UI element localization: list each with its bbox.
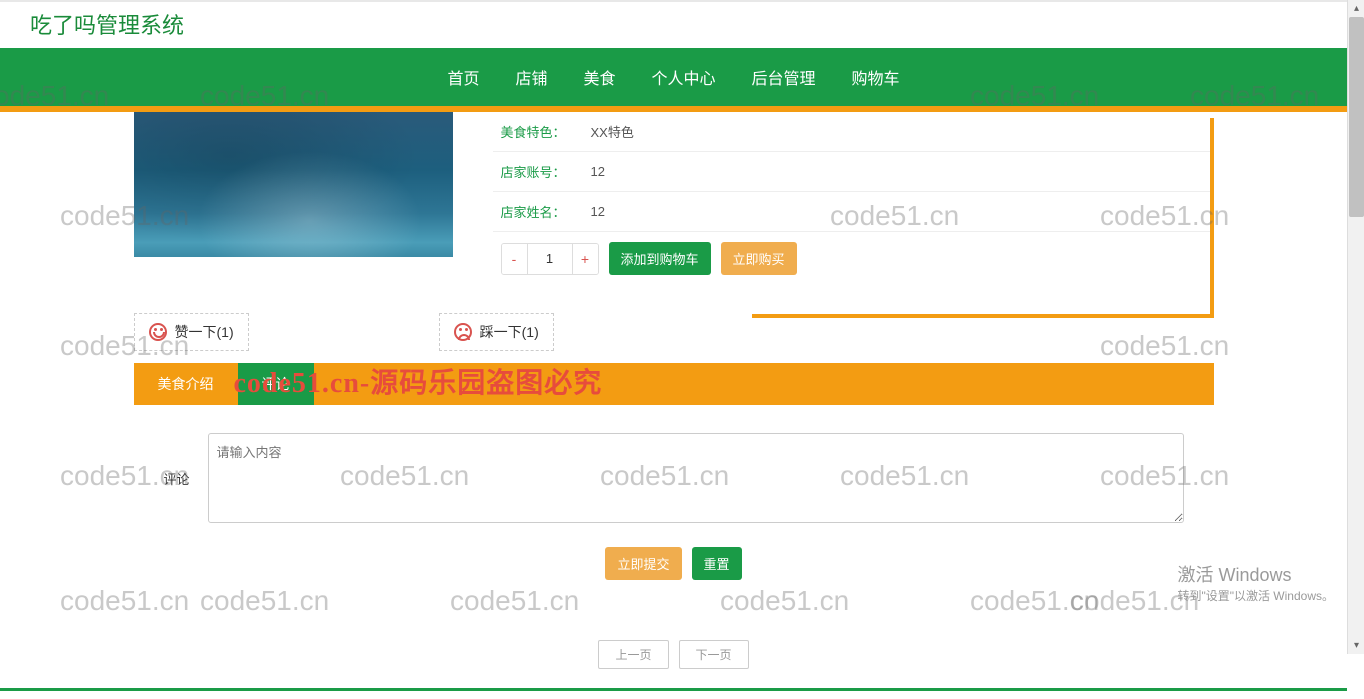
account-label: 店家账号： bbox=[501, 162, 591, 181]
comment-input[interactable] bbox=[208, 433, 1184, 523]
quantity-stepper: - 1 + bbox=[501, 243, 599, 275]
activation-title: 激活 Windows bbox=[1177, 561, 1334, 587]
nav-food[interactable]: 美食 bbox=[577, 61, 621, 93]
scrollbar-thumb[interactable] bbox=[1349, 17, 1364, 217]
next-page-button[interactable]: 下一页 bbox=[679, 640, 749, 669]
comment-label: 评论 bbox=[164, 469, 190, 488]
smile-icon bbox=[149, 323, 167, 341]
prev-page-button[interactable]: 上一页 bbox=[598, 640, 668, 669]
nav-admin[interactable]: 后台管理 bbox=[746, 61, 822, 93]
dislike-label: 踩一下(1) bbox=[480, 322, 539, 342]
nav-cart[interactable]: 购物车 bbox=[846, 61, 906, 93]
brand-title: 吃了吗管理系统 bbox=[0, 2, 1347, 48]
shop-name-label: 店家姓名： bbox=[501, 202, 591, 221]
vertical-scrollbar[interactable]: ▴ ▾ bbox=[1347, 0, 1364, 654]
sad-icon bbox=[454, 323, 472, 341]
qty-value: 1 bbox=[528, 244, 572, 274]
scroll-up-icon[interactable]: ▴ bbox=[1348, 0, 1364, 17]
like-label: 赞一下(1) bbox=[175, 322, 234, 342]
tab-bar: 美食介绍 评论 code51.cn-源码乐园盗图必究 bbox=[134, 363, 1214, 405]
tab-intro[interactable]: 美食介绍 bbox=[134, 363, 238, 405]
feature-label: 美食特色： bbox=[501, 122, 591, 141]
windows-activation-notice: 激活 Windows 转到"设置"以激活 Windows。 bbox=[1177, 561, 1334, 604]
tab-reviews[interactable]: 评论 bbox=[238, 363, 314, 405]
dislike-button[interactable]: 踩一下(1) bbox=[439, 313, 554, 351]
submit-button[interactable]: 立即提交 bbox=[605, 547, 681, 580]
add-to-cart-button[interactable]: 添加到购物车 bbox=[609, 242, 711, 275]
nav-shop[interactable]: 店铺 bbox=[509, 61, 553, 93]
nav-home[interactable]: 首页 bbox=[441, 61, 485, 93]
feature-value: XX特色 bbox=[591, 122, 634, 141]
qty-plus-button[interactable]: + bbox=[572, 244, 598, 274]
like-button[interactable]: 赞一下(1) bbox=[134, 313, 249, 351]
scroll-down-icon[interactable]: ▾ bbox=[1348, 637, 1364, 654]
nav-profile[interactable]: 个人中心 bbox=[646, 61, 722, 93]
main-nav: 首页 店铺 美食 个人中心 后台管理 购物车 bbox=[0, 48, 1347, 106]
product-info: 美食特色： XX特色 店家账号： 12 店家姓名： 12 - 1 + bbox=[493, 112, 1214, 285]
buy-now-button[interactable]: 立即购买 bbox=[721, 242, 797, 275]
qty-minus-button[interactable]: - bbox=[502, 244, 528, 274]
shop-name-value: 12 bbox=[591, 204, 605, 219]
activation-subtitle: 转到"设置"以激活 Windows。 bbox=[1177, 587, 1334, 604]
footer-border bbox=[0, 688, 1347, 691]
reset-button[interactable]: 重置 bbox=[692, 547, 742, 580]
account-value: 12 bbox=[591, 164, 605, 179]
product-image bbox=[134, 112, 453, 257]
